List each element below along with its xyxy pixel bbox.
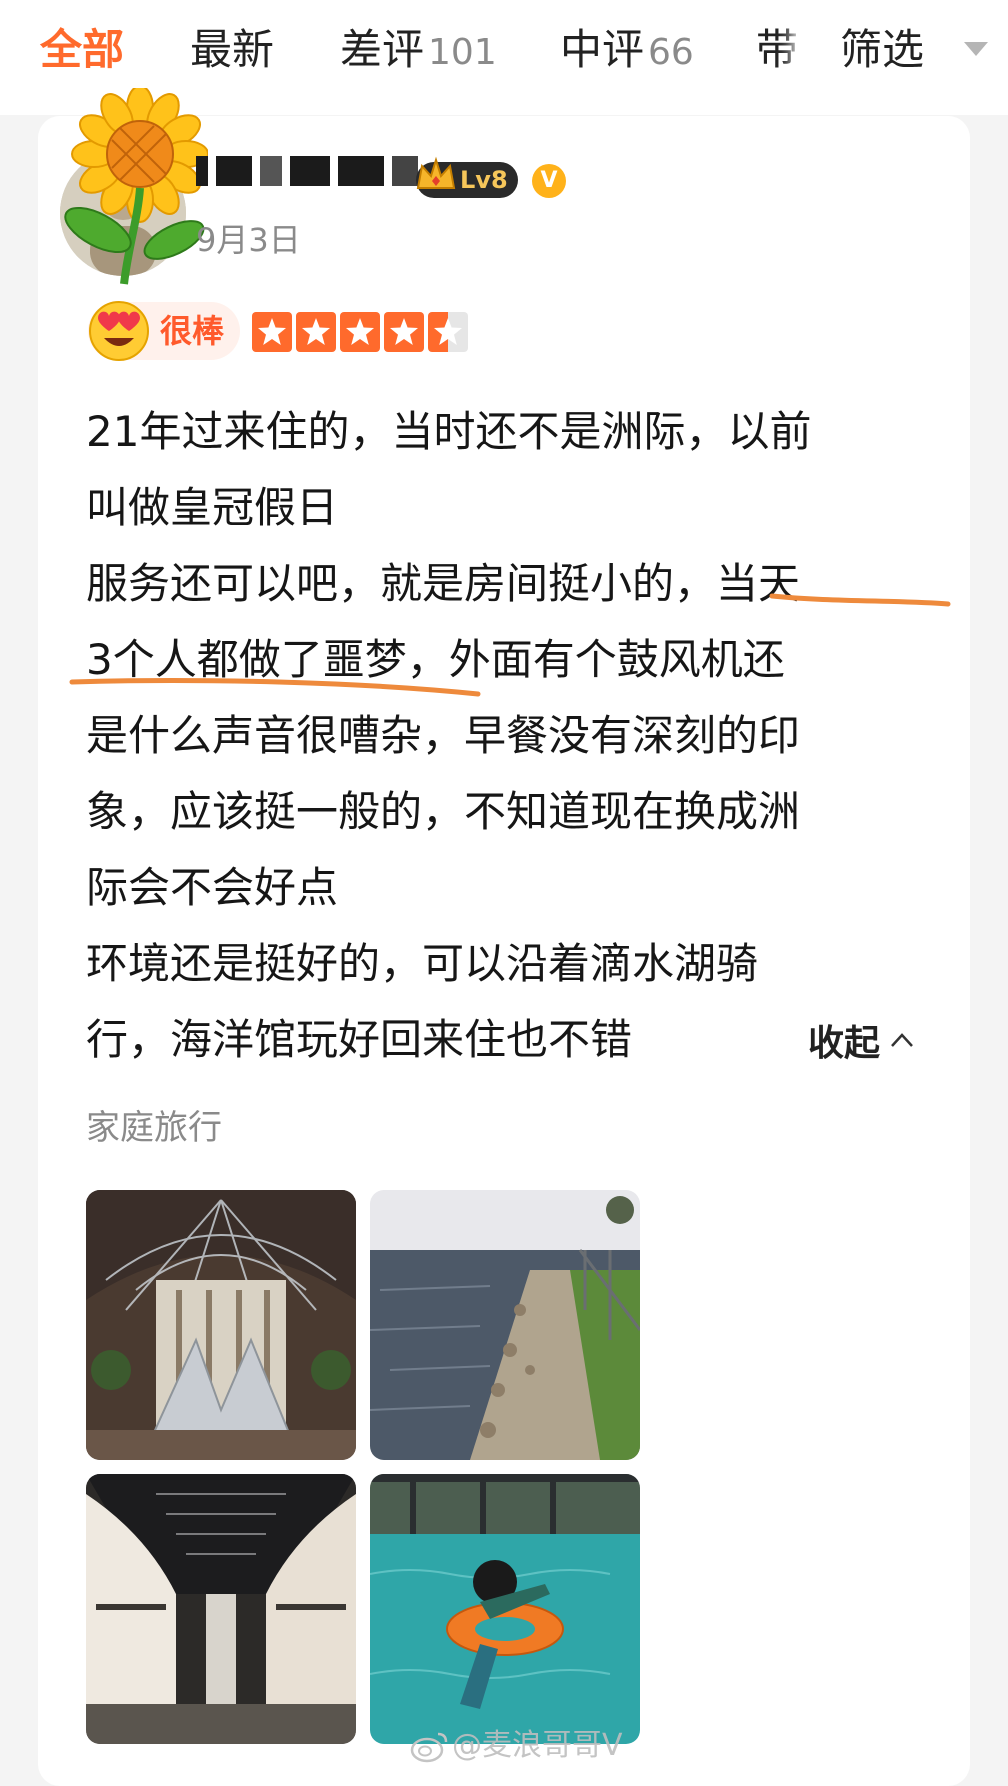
weibo-logo-icon <box>410 1732 448 1763</box>
review-line: 叫做皇冠假日 <box>86 483 339 532</box>
watermark-text: @麦浪哥哥V <box>452 1728 623 1763</box>
tab-negative[interactable]: 差评 101 <box>340 22 497 81</box>
tab-label: 中评 <box>560 25 645 74</box>
level-badge: Lv8 <box>416 156 518 198</box>
sunflower-sticker-icon <box>64 88 208 285</box>
review-line: 环境还是挺好的，可以沿着滴水湖骑 <box>86 939 759 988</box>
caret-down-icon <box>964 42 988 56</box>
username-redacted <box>196 156 426 186</box>
tab-count: 101 <box>428 32 497 73</box>
collapse-button[interactable]: 收起 <box>808 1022 880 1066</box>
star-icon <box>340 312 380 352</box>
star-icon <box>252 312 292 352</box>
review-line: 际会不会好点 <box>86 863 339 912</box>
hand-drawn-underline <box>69 593 951 697</box>
heart-eyes-emoji-icon <box>89 301 149 361</box>
star-icon <box>296 312 336 352</box>
verified-icon: V <box>532 164 566 198</box>
photo-swimming-pool[interactable] <box>370 1474 640 1744</box>
verified-text: V <box>540 168 558 193</box>
tab-latest[interactable]: 最新 <box>190 22 274 78</box>
tab-count: 66 <box>648 32 694 73</box>
tab-label: 带 <box>756 25 799 74</box>
review-text: 21年过来住的，当时还不是洲际，以前 叫做皇冠假日 服务还可以吧，就是房间挺小的… <box>86 394 926 1078</box>
star-icon <box>428 312 468 352</box>
review-line: 21年过来住的，当时还不是洲际，以前 <box>86 407 812 456</box>
photo-corridor[interactable] <box>86 1474 356 1744</box>
review-date: 9月3日 <box>196 221 301 259</box>
filter-label: 筛选 <box>840 25 925 74</box>
tab-with-photos[interactable]: 带 <box>756 22 798 78</box>
level-text: Lv8 <box>460 166 508 194</box>
star-icon <box>384 312 424 352</box>
rating-label: 很棒 <box>160 312 225 350</box>
photo-lakeside[interactable] <box>370 1190 640 1460</box>
tab-label: 差评 <box>340 25 425 74</box>
chevron-up-icon[interactable] <box>890 1028 914 1052</box>
tab-label: 最新 <box>190 25 275 74</box>
tab-label: 全部 <box>40 25 125 74</box>
review-line: 行，海洋馆玩好回来住也不错 <box>86 1015 633 1064</box>
tab-all[interactable]: 全部 <box>40 22 124 78</box>
review-line: 象，应该挺一般的，不知道现在换成洲 <box>86 787 801 836</box>
photo-lobby-atrium[interactable] <box>86 1190 356 1460</box>
tab-neutral[interactable]: 中评 66 <box>560 22 694 81</box>
trip-type-tag: 家庭旅行 <box>86 1108 222 1148</box>
crown-icon <box>416 156 456 189</box>
filter-button[interactable]: 筛选 <box>806 0 1008 115</box>
